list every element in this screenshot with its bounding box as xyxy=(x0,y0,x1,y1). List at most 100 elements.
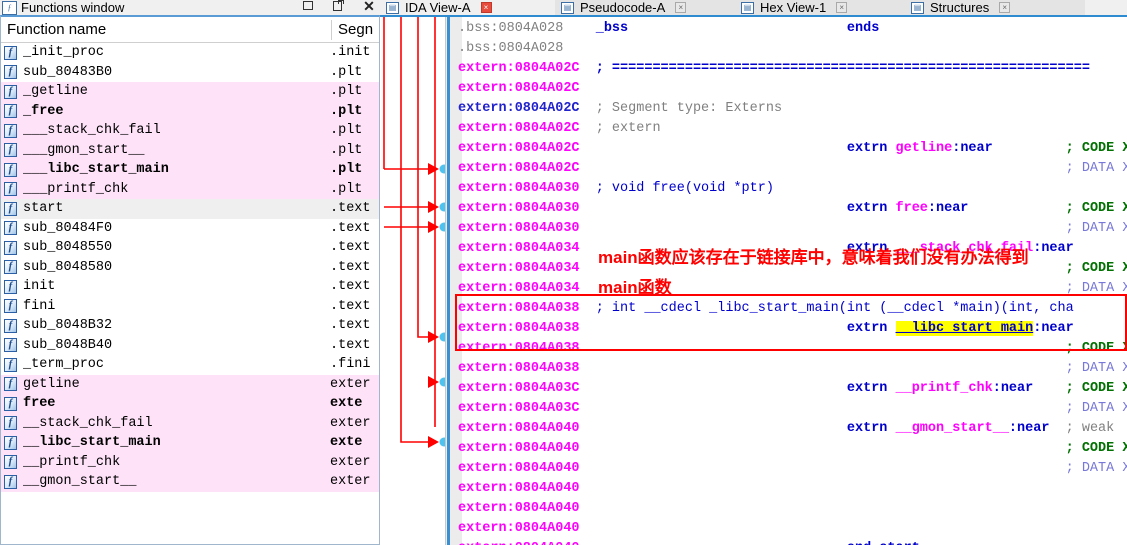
highlighted-symbol[interactable]: __libc_start_main xyxy=(895,321,1034,336)
function-segment-cell: .fini xyxy=(330,357,371,373)
function-list-row[interactable]: f _getline .plt xyxy=(1,82,379,102)
tab-ida-view-a[interactable]: ▤ IDA View-A × xyxy=(380,0,555,15)
disassembly-line[interactable]: extern:0804A034 ; CODE XREF: ___sta xyxy=(458,259,1127,279)
disassembly-line[interactable]: extern:0804A02C extrn getline:near ; COD… xyxy=(458,139,1127,159)
line-comment: _bss xyxy=(595,21,629,36)
function-icon: f xyxy=(4,299,17,314)
function-name-cell: init xyxy=(23,279,56,295)
disassembly-code-lines[interactable]: .bss:0804A028 _bss ends .bss:0804A028 ext… xyxy=(458,19,1127,545)
line-address: extern:0804A02C xyxy=(458,141,596,156)
function-list-row[interactable]: f ___printf_chk .plt xyxy=(1,179,379,199)
disassembly-line[interactable]: extern:0804A030 ; void free(void *ptr) xyxy=(458,179,1127,199)
ida-view-icon: ▤ xyxy=(386,1,399,14)
function-list-row[interactable]: f __stack_chk_fail exter xyxy=(1,413,379,433)
function-list-row[interactable]: f ___stack_chk_fail .plt xyxy=(1,121,379,141)
disassembly-line[interactable]: extern:0804A038 ; int __cdecl _libc_star… xyxy=(458,299,1127,319)
disassembly-line[interactable]: extern:0804A02C ; Segment type: Externs xyxy=(458,99,1127,119)
disassembly-line[interactable]: extern:0804A034 extrn ___stack_chk_fail:… xyxy=(458,239,1127,259)
function-list-row[interactable]: f fini .text xyxy=(1,297,379,317)
disassembly-line[interactable]: .bss:0804A028 xyxy=(458,39,1127,59)
function-icon: f xyxy=(4,104,17,119)
disassembly-line[interactable]: extern:0804A02C ; DATA XREF: .got.p xyxy=(458,159,1127,179)
function-list-row[interactable]: f init .text xyxy=(1,277,379,297)
function-list-row[interactable]: f free exte xyxy=(1,394,379,414)
line-mnemonic: extrn xyxy=(846,421,896,436)
tab-close-icon[interactable]: × xyxy=(836,2,848,13)
function-segment-cell: .text xyxy=(330,220,371,236)
disassembly-line[interactable]: extern:0804A038 extrn __libc_start_main:… xyxy=(458,319,1127,339)
function-list-row[interactable]: f sub_8048580 .text xyxy=(1,258,379,278)
line-address: extern:0804A040 xyxy=(458,501,596,516)
tab-close-icon[interactable]: × xyxy=(999,2,1011,13)
xref-code-label: ; CODE XREF: xyxy=(1065,201,1127,216)
disassembly-line[interactable]: extern:0804A040 end start xyxy=(458,539,1127,545)
disassembly-line[interactable]: extern:0804A040 ; DATA XREF: .got:_ xyxy=(458,459,1127,479)
tab-label: IDA View-A xyxy=(405,0,471,15)
line-address: extern:0804A030 xyxy=(458,221,596,236)
maximize-icon[interactable] xyxy=(332,0,346,14)
functions-window-titlebar: ƒ Functions window ✕ xyxy=(0,0,380,15)
function-list-row[interactable]: f ___gmon_start__ .plt xyxy=(1,140,379,160)
disassembly-line[interactable]: extern:0804A02C ; ======================… xyxy=(458,59,1127,79)
column-header-function-name[interactable]: Function name xyxy=(1,21,331,38)
disassembly-line[interactable]: .bss:0804A028 _bss ends xyxy=(458,19,1127,39)
function-icon: f xyxy=(4,45,17,60)
function-name-cell: sub_8048B40 xyxy=(23,337,113,353)
function-list-row[interactable]: f __gmon_start__ exter xyxy=(1,472,379,492)
xref-arrows-svg xyxy=(383,17,445,448)
line-mnemonic: extrn xyxy=(846,201,896,216)
function-list-row[interactable]: f _init_proc .init xyxy=(1,43,379,63)
xref-code-label: ; CODE XREF: xyxy=(1065,381,1127,396)
disassembly-line[interactable]: extern:0804A02C ; extern xyxy=(458,119,1127,139)
tab-pseudocode-a[interactable]: ▤ Pseudocode-A × xyxy=(555,0,735,15)
disassembly-line[interactable]: extern:0804A040 xyxy=(458,499,1127,519)
column-header-segment[interactable]: Segn xyxy=(331,19,379,40)
tab-structures[interactable]: ▤ Structures × xyxy=(905,0,1085,15)
disassembly-line[interactable]: extern:0804A02C xyxy=(458,79,1127,99)
function-list-row[interactable]: f ___libc_start_main .plt xyxy=(1,160,379,180)
minimize-icon[interactable] xyxy=(302,0,316,14)
disassembly-line[interactable]: extern:0804A034 ; DATA XREF: .got. xyxy=(458,279,1127,299)
function-list-row[interactable]: f sub_8048B32 .text xyxy=(1,316,379,336)
function-list-row[interactable]: f sub_8048550 .text xyxy=(1,238,379,258)
disassembly-line[interactable]: extern:0804A030 extrn free:near ; CODE X… xyxy=(458,199,1127,219)
function-segment-cell: .plt xyxy=(330,103,363,119)
function-list-row[interactable]: f _free .plt xyxy=(1,101,379,121)
disassembly-line[interactable]: extern:0804A040 extrn __gmon_start__:nea… xyxy=(458,419,1127,439)
function-segment-cell: exter xyxy=(330,415,371,431)
function-name-cell: start xyxy=(23,201,64,217)
function-list-row[interactable]: f getline exter xyxy=(1,374,379,394)
function-icon: f xyxy=(4,65,17,80)
function-list-row[interactable]: f sub_8048B40 .text xyxy=(1,336,379,356)
function-list-row[interactable]: f sub_80483B0 .plt xyxy=(1,63,379,83)
close-icon[interactable]: ✕ xyxy=(362,0,376,14)
disassembly-line[interactable]: extern:0804A040 xyxy=(458,519,1127,539)
function-name-cell: ___libc_start_main xyxy=(23,162,169,178)
function-icon: f xyxy=(4,201,17,216)
disassembly-line[interactable]: extern:0804A038 ; DATA XREF: .got.p xyxy=(458,359,1127,379)
line-symbol-name: getline xyxy=(895,141,953,156)
disassembly-line[interactable]: extern:0804A030 ; DATA XREF: .got. xyxy=(458,219,1127,239)
function-list-row[interactable]: f __printf_chk exter xyxy=(1,452,379,472)
disassembly-line[interactable]: extern:0804A040 xyxy=(458,479,1127,499)
tab-close-icon[interactable]: × xyxy=(675,2,687,13)
line-mnemonic-suffix: :near xyxy=(1008,421,1050,436)
disassembly-line[interactable]: extern:0804A040 ; CODE XREF: ___gmo xyxy=(458,439,1127,459)
disassembly-line[interactable]: extern:0804A03C extrn __printf_chk:near … xyxy=(458,379,1127,399)
function-list-row[interactable]: f sub_80484F0 .text xyxy=(1,219,379,239)
function-list-row[interactable]: f __libc_start_main exte xyxy=(1,433,379,453)
disassembly-line[interactable]: extern:0804A038 ; CODE XREF: ___lib xyxy=(458,339,1127,359)
marker-bar-thumb[interactable] xyxy=(447,17,450,545)
function-list-row[interactable]: f _term_proc .fini xyxy=(1,355,379,375)
tab-hex-view-1[interactable]: ▤ Hex View-1 × xyxy=(735,0,905,15)
function-name-cell: sub_80484F0 xyxy=(23,220,113,236)
function-segment-cell: .plt xyxy=(330,181,363,197)
function-list-row[interactable]: f start .text xyxy=(1,199,379,219)
xref-data-label: ; DATA XREF: xyxy=(1065,401,1127,416)
disassembly-line[interactable]: extern:0804A03C ; DATA XREF: .got.p xyxy=(458,399,1127,419)
tab-close-icon[interactable]: × xyxy=(480,2,492,13)
line-address: extern:0804A034 xyxy=(458,261,596,276)
structures-icon: ▤ xyxy=(911,1,924,14)
